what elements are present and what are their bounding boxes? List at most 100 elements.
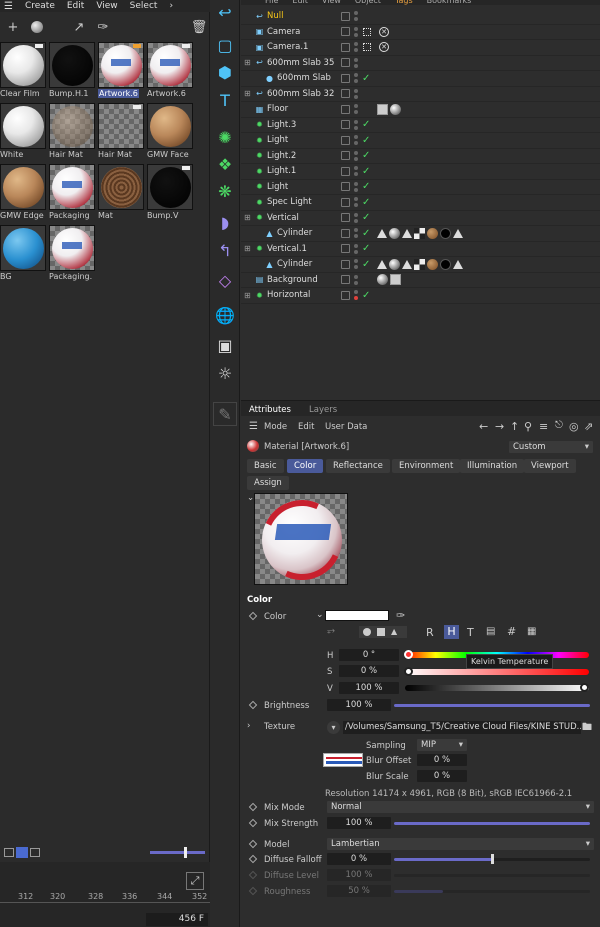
object-row[interactable]: ▲ Cylinder ✓: [241, 257, 600, 273]
object-row[interactable]: ⊞ ✹ Vertical.1 ✓: [241, 242, 600, 257]
tab-color[interactable]: Color: [287, 459, 324, 473]
chk2-tag-icon[interactable]: [414, 258, 425, 270]
material-swatch[interactable]: Artwork.6: [98, 42, 144, 102]
material-ball-icon[interactable]: [28, 18, 46, 36]
current-frame-field[interactable]: 456 F: [146, 913, 208, 926]
menu-view[interactable]: View: [96, 1, 117, 11]
render-dots[interactable]: [354, 274, 358, 285]
blur-offset-field[interactable]: 0 %: [417, 754, 467, 766]
check-icon[interactable]: ✓: [362, 259, 370, 270]
menu-select[interactable]: Select: [130, 1, 158, 11]
check-icon[interactable]: ✓: [362, 166, 370, 177]
visibility-toggle[interactable]: [341, 244, 350, 254]
material-preview-icon[interactable]: [147, 103, 193, 149]
object-row[interactable]: ✹ Light ✓: [241, 133, 600, 149]
menu-tags[interactable]: Tags: [395, 0, 413, 5]
saturation-handle[interactable]: [404, 667, 413, 676]
material-preview-icon[interactable]: [0, 103, 46, 149]
keyframe-icon[interactable]: [248, 854, 258, 864]
material-swatch[interactable]: Hair Mat: [98, 103, 144, 163]
value-handle[interactable]: [580, 683, 589, 692]
visibility-toggle[interactable]: [341, 259, 350, 269]
render-dots[interactable]: [354, 228, 358, 239]
saturation-slider[interactable]: [405, 669, 589, 675]
keyframe-icon[interactable]: [248, 611, 258, 621]
material-swatch[interactable]: GMW Edge: [0, 164, 46, 224]
render-dots[interactable]: [354, 135, 358, 146]
object-row[interactable]: ⊞ ✹ Vertical ✓: [241, 211, 600, 226]
object-row[interactable]: ▣ Camera ✕: [241, 25, 600, 40]
check-icon[interactable]: ✓: [362, 290, 370, 301]
tab-assign[interactable]: Assign: [247, 476, 289, 490]
material-swatch[interactable]: Clear Film: [0, 42, 46, 102]
trash-icon[interactable]: 🗑: [190, 18, 208, 36]
object-name[interactable]: Light.2: [267, 151, 296, 161]
bend-tool-icon[interactable]: ↰: [213, 238, 237, 262]
material-preview-icon[interactable]: [98, 103, 144, 149]
render-dots[interactable]: [354, 26, 358, 37]
render-dots[interactable]: [354, 119, 358, 130]
check-icon[interactable]: ✓: [362, 197, 370, 208]
object-name[interactable]: Null: [267, 11, 283, 21]
tri-tag-icon[interactable]: [377, 228, 387, 238]
folder-icon[interactable]: 🖿: [582, 720, 592, 737]
keyframe-icon[interactable]: [248, 839, 258, 849]
hamburger-icon[interactable]: ☰: [4, 1, 13, 12]
mat-tag-icon[interactable]: [377, 274, 388, 286]
menu-edit[interactable]: Edit: [67, 1, 84, 11]
tab-reflectance[interactable]: Reflectance: [326, 459, 390, 473]
material-preview-icon[interactable]: [49, 164, 95, 210]
object-name[interactable]: 600mm Slab: [277, 73, 331, 83]
cube-tool-icon[interactable]: ⬢: [213, 60, 237, 84]
visibility-toggle[interactable]: [341, 42, 350, 52]
render-dots[interactable]: [354, 150, 358, 161]
disabled-icon[interactable]: ✕: [379, 26, 389, 37]
menu-create[interactable]: Create: [25, 1, 55, 11]
expand-icon[interactable]: ⊞: [244, 89, 251, 98]
mode-rgb-button[interactable]: R: [426, 626, 434, 639]
lock-icon[interactable]: ⎋: [555, 420, 563, 431]
material-swatch[interactable]: Bump.H.1: [49, 42, 95, 102]
hue-handle[interactable]: [404, 650, 413, 659]
filter-icon[interactable]: ≡: [539, 420, 548, 433]
render-dots[interactable]: [354, 104, 358, 115]
s-field[interactable]: 0 %: [339, 665, 399, 677]
fit-icon[interactable]: ⤢: [186, 872, 204, 890]
light-tool-icon[interactable]: ☼: [213, 361, 237, 385]
texture-expand-icon[interactable]: ›: [247, 721, 250, 731]
menu-edit[interactable]: Edit: [298, 422, 314, 432]
tri-tag-icon[interactable]: [402, 259, 412, 269]
wood-tag-icon[interactable]: [427, 227, 438, 239]
object-row[interactable]: ↩ Null: [241, 9, 600, 25]
object-name[interactable]: Camera: [267, 27, 300, 37]
check-icon[interactable]: ✓: [362, 150, 370, 161]
object-name[interactable]: Cylinder: [277, 228, 312, 238]
mode-kelvin-button[interactable]: T: [467, 626, 474, 639]
color-swatch[interactable]: [325, 610, 389, 621]
mix-mode-dropdown[interactable]: Normal: [327, 801, 594, 813]
material-swatch[interactable]: Hair Mat: [49, 103, 95, 163]
mode-hex-button[interactable]: #: [507, 625, 516, 638]
dark-tag-icon[interactable]: [440, 258, 451, 270]
v-field[interactable]: 100 %: [339, 682, 399, 694]
material-swatch[interactable]: Packaging: [49, 164, 95, 224]
object-name[interactable]: Vertical: [267, 213, 299, 223]
visibility-toggle[interactable]: [341, 166, 350, 176]
material-preview-icon[interactable]: [147, 164, 193, 210]
material-swatch[interactable]: GMW Face: [147, 103, 193, 163]
menu-file[interactable]: File: [265, 0, 278, 5]
object-name[interactable]: Light.3: [267, 120, 296, 130]
tri-tag-icon[interactable]: [453, 228, 463, 238]
object-row[interactable]: ⊞ ↩ 600mm Slab 32: [241, 87, 600, 102]
object-name[interactable]: Light: [267, 182, 288, 192]
mode-hsv-button[interactable]: H: [444, 625, 459, 639]
keyframe-icon[interactable]: [248, 818, 258, 828]
eyedropper-icon[interactable]: ✑: [396, 609, 405, 622]
wheel-icon[interactable]: [363, 628, 371, 636]
visibility-toggle[interactable]: [341, 89, 350, 99]
material-preview-icon[interactable]: [98, 164, 144, 210]
h-field[interactable]: 0 °: [339, 649, 399, 661]
material-swatch[interactable]: Artwork.6: [147, 42, 193, 102]
material-preview-icon[interactable]: [49, 103, 95, 149]
swatches-icon[interactable]: ▦: [527, 626, 536, 637]
